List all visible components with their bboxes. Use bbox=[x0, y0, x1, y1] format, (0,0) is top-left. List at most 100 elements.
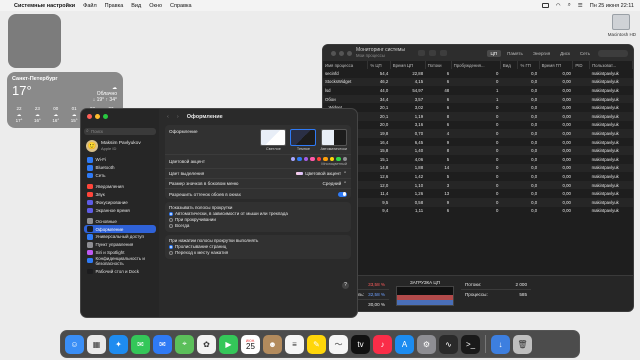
dock-finder-icon[interactable]: ☺ bbox=[65, 334, 84, 354]
hard-drive-icon[interactable] bbox=[612, 14, 630, 30]
column-header[interactable]: Пользоват... bbox=[589, 61, 633, 69]
wallpaper-tint-toggle[interactable] bbox=[338, 191, 347, 197]
zoom-icon[interactable] bbox=[347, 51, 352, 56]
menu-file[interactable]: Файл bbox=[83, 3, 97, 9]
am-subtitle[interactable]: Мои процессы bbox=[356, 53, 414, 59]
appearance-mode-option[interactable]: Темное bbox=[290, 129, 317, 151]
app-menu[interactable]: Системные настройки bbox=[14, 3, 75, 9]
sidebar-item[interactable]: Уведомления bbox=[84, 183, 156, 191]
sidebar-item[interactable]: Сеть bbox=[84, 172, 156, 180]
accent-color-swatch[interactable] bbox=[290, 156, 295, 162]
table-row[interactable]: 9,5 0,58 9 0 0,0 0,00 makintpavlyuk bbox=[323, 197, 633, 207]
close-icon[interactable] bbox=[87, 114, 92, 119]
dock-maps-icon[interactable]: ⌖ bbox=[175, 334, 194, 354]
dock-safari-icon[interactable]: ✦ bbox=[109, 334, 128, 354]
close-icon[interactable] bbox=[331, 51, 336, 56]
column-header[interactable]: Потоки bbox=[425, 61, 452, 69]
dock-calendar-icon[interactable]: ИЮН. 25 bbox=[241, 334, 260, 354]
dock-photos-icon[interactable]: ✿ bbox=[197, 334, 216, 354]
settings-search-input[interactable]: Поиск bbox=[84, 128, 156, 135]
column-header[interactable]: % ГП bbox=[517, 61, 540, 69]
tab-4[interactable]: Сеть bbox=[576, 50, 594, 57]
accent-color-swatch[interactable] bbox=[303, 156, 308, 162]
column-header[interactable]: Время ЦП bbox=[390, 61, 426, 69]
back-chevron-icon[interactable]: ‹ bbox=[167, 114, 169, 120]
column-header[interactable]: PID bbox=[572, 61, 591, 69]
sidebar-item[interactable]: Конфиденциальность и безопасность bbox=[84, 256, 156, 266]
tab-0[interactable]: ЦП bbox=[486, 49, 502, 57]
table-row[interactable]: ...agent9,41,11600,00,00makintpavlyuk bbox=[323, 207, 633, 216]
table-row[interactable]: 14,8 1,88 14 0 0,0 0,00 makintpavlyuk bbox=[323, 163, 633, 173]
accent-color-swatch[interactable] bbox=[329, 156, 334, 162]
sidebar-item[interactable]: Оформление bbox=[84, 225, 156, 234]
stop-process-icon[interactable] bbox=[418, 50, 426, 56]
forward-chevron-icon[interactable]: › bbox=[177, 114, 179, 120]
dock-freeform-icon[interactable]: 〜 bbox=[329, 334, 348, 354]
table-row[interactable]: StocksWidget 46,2 4,15 6 0 0,0 0,00 makintpavly… bbox=[323, 77, 633, 87]
accent-color-swatch[interactable] bbox=[316, 156, 321, 162]
column-header[interactable]: Пробуждения... bbox=[451, 61, 501, 69]
dock-music-icon[interactable]: ♪ bbox=[373, 334, 392, 354]
dock-app-store-icon[interactable]: A bbox=[395, 334, 414, 354]
control-center-icon[interactable]: ☰ bbox=[578, 3, 583, 9]
table-row[interactable]: ...Widget20,13,02600,00,00makintpavlyuk bbox=[323, 103, 633, 112]
minimize-icon[interactable] bbox=[339, 51, 344, 56]
zoom-icon[interactable] bbox=[103, 114, 108, 119]
dock-notes-icon[interactable]: ✎ bbox=[307, 334, 326, 354]
table-row[interactable]: 11,4 1,26 13 0 0,0 0,00 makintpavlyuk bbox=[323, 189, 633, 198]
wifi-icon[interactable]: ◠ bbox=[556, 3, 561, 9]
dock-tv-icon[interactable]: tv bbox=[351, 334, 370, 354]
dock-activity-monitor-icon[interactable]: ∿ bbox=[439, 334, 458, 354]
sidebar-item[interactable]: Wi-Fi bbox=[84, 156, 156, 164]
dock-terminal-icon[interactable]: >_ bbox=[461, 334, 480, 354]
sidebar-size-select[interactable]: Средний ⌃ bbox=[322, 181, 347, 187]
table-row[interactable]: ...Fetcher15,81,40800,00,00makintpavlyuk bbox=[323, 146, 633, 155]
column-header[interactable]: Имя процесса bbox=[323, 61, 369, 69]
column-header[interactable]: Время ГП bbox=[539, 61, 574, 69]
menu-edit[interactable]: Правка bbox=[105, 3, 124, 9]
menu-view[interactable]: Вид bbox=[131, 3, 141, 9]
table-row[interactable]: 12,6 1,42 5 0 0,0 0,00 makintpavlyuk bbox=[323, 172, 633, 181]
apple-id-entry[interactable]: 🙂 Maksim Pavlyukov Apple ID bbox=[86, 140, 156, 152]
table-row[interactable]: secinfd 54,4 22,88 6 0 0,0 0,00 makintpavlyuk bbox=[323, 69, 633, 78]
accent-color-swatch[interactable] bbox=[342, 156, 347, 162]
table-row[interactable]: 20,1 1,19 8 0 0,0 0,00 makintpavlyuk bbox=[323, 111, 633, 121]
dock-settings-icon[interactable]: ⚙ bbox=[417, 334, 436, 354]
info-icon[interactable] bbox=[429, 50, 436, 56]
sidebar-item[interactable]: Рабочий стол и Dock bbox=[84, 268, 156, 276]
more-icon[interactable] bbox=[439, 50, 447, 56]
battery-icon[interactable] bbox=[541, 3, 549, 8]
dock-contacts-icon[interactable]: ☻ bbox=[263, 334, 282, 354]
radio-option[interactable]: Переход к месту нажатия bbox=[169, 250, 347, 256]
accent-color-swatch[interactable] bbox=[336, 156, 341, 162]
help-button[interactable]: ? bbox=[342, 282, 349, 289]
table-row[interactable]: Обои 34,4 3,57 6 1 0,0 0,00 makintpavlyuk bbox=[323, 94, 633, 104]
accent-color-swatch[interactable] bbox=[323, 156, 328, 162]
search-icon[interactable]: ⌕ bbox=[568, 2, 571, 9]
highlight-select[interactable]: Цветовой акцент ⌃ bbox=[296, 171, 347, 177]
tab-1[interactable]: Память bbox=[503, 50, 527, 57]
dock-downloads-icon[interactable]: ↓ bbox=[491, 334, 510, 354]
dock-messages-icon[interactable]: ✉ bbox=[131, 334, 150, 354]
sidebar-item[interactable]: Пункт управления bbox=[84, 241, 156, 249]
tab-3[interactable]: Диск bbox=[556, 50, 574, 57]
sidebar-item[interactable]: Универсальный доступ bbox=[84, 233, 156, 241]
table-row[interactable]: 16,4 6,45 9 0 0,0 0,00 makintpavlyuk bbox=[323, 138, 633, 147]
dock-reminders-icon[interactable]: ≡ bbox=[285, 334, 304, 354]
sidebar-item[interactable]: Звук bbox=[84, 191, 156, 199]
column-header[interactable]: Вид bbox=[500, 61, 519, 69]
table-row[interactable]: 19,8 0,70 4 0 0,0 0,00 makintpavlyuk bbox=[323, 129, 633, 138]
menu-window[interactable]: Окно bbox=[149, 3, 162, 9]
sidebar-item[interactable]: Экранное время bbox=[84, 206, 156, 214]
minimize-icon[interactable] bbox=[95, 114, 100, 119]
am-search-input[interactable] bbox=[597, 49, 629, 57]
table-row[interactable]: 12,0 1,10 3 0 0,0 0,00 makintpavlyuk bbox=[323, 180, 633, 190]
sidebar-item[interactable]: Bluetooth bbox=[84, 164, 156, 172]
dock-facetime-icon[interactable]: ▶ bbox=[219, 334, 238, 354]
dock-launchpad-icon[interactable]: ▦ bbox=[87, 334, 106, 354]
menu-help[interactable]: Справка bbox=[170, 3, 192, 9]
sidebar-item[interactable]: Основные bbox=[84, 217, 156, 225]
appearance-mode-option[interactable]: Автоматически bbox=[320, 129, 347, 151]
accent-color-swatch[interactable] bbox=[310, 156, 315, 162]
column-header[interactable]: % ЦП bbox=[367, 61, 391, 69]
